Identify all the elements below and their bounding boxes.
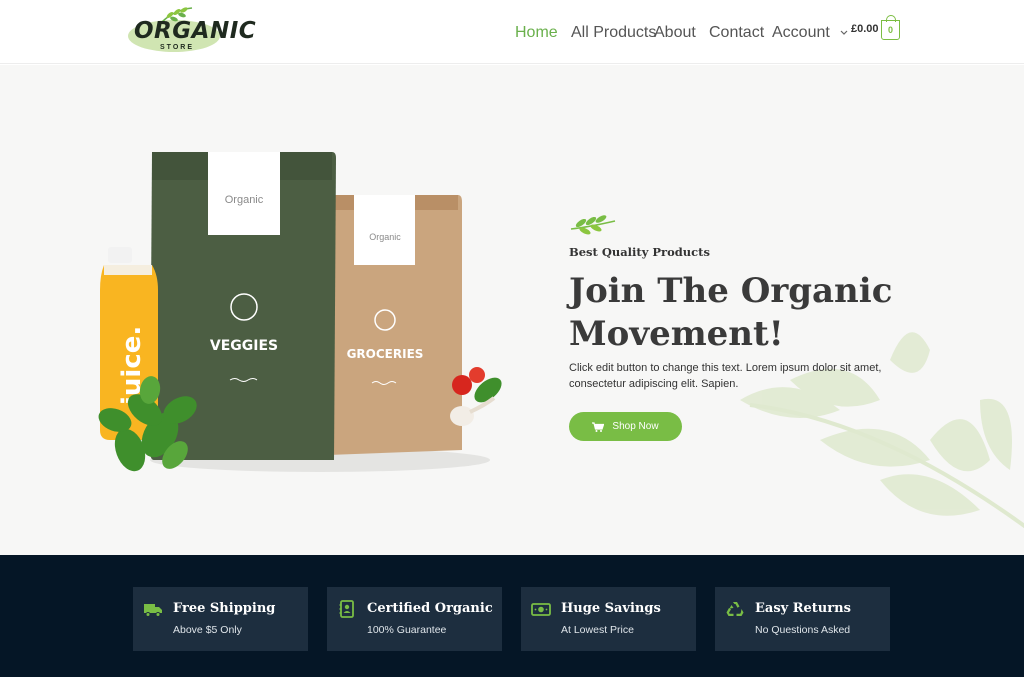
feature-subtitle: At Lowest Price (561, 624, 634, 636)
feature-title: Easy Returns (755, 601, 851, 616)
logo-title: ORGANIC (134, 18, 257, 44)
hero-headline: Join The Organic Movement! (569, 271, 893, 354)
shop-now-label: Shop Now (612, 421, 659, 432)
certificate-icon (339, 600, 354, 618)
logo-subtitle: STORE (160, 44, 194, 51)
cart-count: 0 (887, 25, 893, 35)
nav-account[interactable]: Account (772, 24, 848, 42)
green-bag-brand: Organic (225, 194, 264, 206)
nav-home[interactable]: Home (515, 24, 558, 42)
feature-subtitle: Above $5 Only (173, 624, 242, 636)
site-header: ORGANIC STORE Home All Products About Co… (0, 0, 1024, 64)
money-icon (531, 603, 551, 616)
recycle-icon (726, 602, 744, 616)
feature-subtitle: 100% Guarantee (367, 624, 447, 636)
feature-subtitle: No Questions Asked (755, 624, 851, 636)
hero-section: Organic GROCERIES Organic VEGGIES juice. (0, 65, 1024, 555)
green-bag-name: VEGGIES (210, 338, 278, 354)
hero-tagline: Best Quality Products (569, 245, 710, 259)
feature-card: Certified Organic 100% Guarantee (327, 587, 502, 651)
hero-description: Click edit button to change this text. L… (569, 362, 882, 390)
sprig-icon (570, 215, 616, 235)
nav-contact[interactable]: Contact (709, 24, 764, 42)
site-logo[interactable]: ORGANIC STORE (126, 6, 256, 56)
features-bar: Free Shipping Above $5 Only Certified Or… (0, 555, 1024, 677)
feature-title: Certified Organic (367, 601, 493, 616)
truck-icon (144, 604, 162, 617)
product-packaging-illustration: Organic GROCERIES Organic VEGGIES juice. (98, 152, 502, 472)
feature-card: Huge Savings At Lowest Price (521, 587, 696, 651)
kraft-bag-name: GROCERIES (347, 347, 424, 361)
feature-card: Free Shipping Above $5 Only (133, 587, 308, 651)
kraft-bag-brand: Organic (369, 232, 401, 242)
shop-now-button[interactable]: Shop Now (569, 412, 682, 441)
cart-icon (592, 421, 605, 432)
cart-icon[interactable]: 0 (881, 15, 900, 40)
cart-total[interactable]: £0.00 (851, 23, 879, 35)
feature-card: Easy Returns No Questions Asked (715, 587, 890, 651)
nav-about[interactable]: About (654, 24, 696, 42)
chevron-down-icon (840, 30, 848, 35)
nav-all-products[interactable]: All Products (571, 24, 656, 42)
nav-account-label: Account (772, 24, 830, 41)
feature-title: Huge Savings (561, 601, 661, 616)
feature-title: Free Shipping (173, 601, 276, 616)
